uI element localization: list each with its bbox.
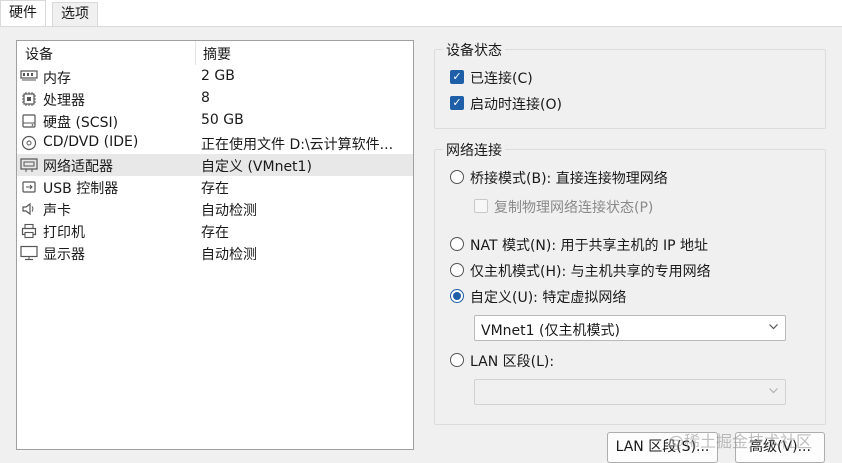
device-row-display[interactable]: 显示器 自动检测 xyxy=(17,242,413,264)
device-name: 处理器 xyxy=(43,93,85,109)
radio-circle-icon xyxy=(450,353,464,367)
device-row-network-adapter[interactable]: 网络适配器 自定义 (VMnet1) xyxy=(17,154,413,176)
hard-disk-icon xyxy=(19,113,39,129)
device-row-sound-card[interactable]: 声卡 自动检测 xyxy=(17,198,413,220)
device-name: CD/DVD (IDE) xyxy=(43,134,139,150)
device-list: 设备 摘要 内存 2 GB 处理器 8 硬盘 (SCSI) 50 GB CD/D… xyxy=(16,40,414,450)
device-name: USB 控制器 xyxy=(43,181,119,197)
radio-selected-icon xyxy=(450,289,464,303)
device-summary: 存在 xyxy=(201,181,229,197)
radio-circle-icon xyxy=(450,170,464,184)
printer-icon xyxy=(19,223,39,239)
device-row-memory[interactable]: 内存 2 GB xyxy=(17,66,413,88)
device-row-processor[interactable]: 处理器 8 xyxy=(17,88,413,110)
usb-icon xyxy=(19,179,39,195)
tab-options[interactable]: 选项 xyxy=(52,2,98,27)
radio-circle-icon xyxy=(450,263,464,277)
column-header-device[interactable]: 设备 xyxy=(25,44,53,64)
processor-icon xyxy=(19,91,39,107)
device-row-printer[interactable]: 打印机 存在 xyxy=(17,220,413,242)
device-name: 显示器 xyxy=(43,247,85,263)
device-status-group: 设备状态 xyxy=(434,40,826,129)
device-row-hard-disk[interactable]: 硬盘 (SCSI) 50 GB xyxy=(17,110,413,132)
device-summary: 正在使用文件 D:\云计算软件... xyxy=(201,137,394,153)
replicate-physical-state-label: 复制物理网络连接状态(P) xyxy=(494,200,654,216)
device-summary: 自定义 (VMnet1) xyxy=(201,159,312,175)
device-summary: 存在 xyxy=(201,225,229,241)
device-summary: 自动检测 xyxy=(201,203,257,219)
nat-label: NAT 模式(N): 用于共享主机的 IP 地址 xyxy=(470,238,708,254)
device-name: 声卡 xyxy=(43,203,71,219)
custom-label: 自定义(U): 特定虚拟网络 xyxy=(470,290,627,306)
radio-circle-icon xyxy=(450,237,464,251)
tab-hardware[interactable]: 硬件 xyxy=(0,0,46,27)
column-header-summary[interactable]: 摘要 xyxy=(203,44,231,64)
host-only-label: 仅主机模式(H): 与主机共享的专用网络 xyxy=(470,264,711,280)
connect-at-power-on-label: 启动时连接(O) xyxy=(470,97,562,113)
device-status-title: 设备状态 xyxy=(443,40,505,60)
watermark: @稀土掘金技术社区 xyxy=(668,432,813,451)
device-summary: 2 GB xyxy=(201,68,235,84)
custom-network-value: VMnet1 (仅主机模式) xyxy=(481,323,620,339)
sound-icon xyxy=(19,201,39,217)
lan-segment-select[interactable] xyxy=(474,379,786,405)
checkmark-icon: ✓ xyxy=(450,96,464,110)
network-adapter-icon xyxy=(19,157,39,173)
memory-icon xyxy=(19,69,39,85)
device-row-cd-dvd[interactable]: CD/DVD (IDE) 正在使用文件 D:\云计算软件... xyxy=(17,132,413,154)
custom-network-select[interactable]: VMnet1 (仅主机模式) xyxy=(474,315,786,341)
chevron-down-icon xyxy=(768,321,779,335)
network-connection-title: 网络连接 xyxy=(443,140,505,160)
cd-dvd-icon xyxy=(19,135,39,151)
device-name: 硬盘 (SCSI) xyxy=(43,115,119,131)
checkbox-empty-icon xyxy=(474,199,488,213)
device-name: 内存 xyxy=(43,71,71,87)
device-name: 网络适配器 xyxy=(43,159,113,175)
bridged-label: 桥接模式(B): 直接连接物理网络 xyxy=(470,171,668,187)
device-name: 打印机 xyxy=(43,225,85,241)
chevron-down-icon xyxy=(768,385,779,399)
column-separator[interactable] xyxy=(195,41,196,65)
device-summary: 50 GB xyxy=(201,112,244,128)
connected-label: 已连接(C) xyxy=(470,71,533,87)
device-summary: 自动检测 xyxy=(201,247,257,263)
tab-bar: 硬件 选项 xyxy=(0,0,842,27)
display-icon xyxy=(19,245,39,261)
checkmark-icon: ✓ xyxy=(450,70,464,84)
device-summary: 8 xyxy=(201,90,210,106)
device-row-usb-controller[interactable]: USB 控制器 存在 xyxy=(17,176,413,198)
lan-segment-label: LAN 区段(L): xyxy=(470,354,555,370)
device-list-header: 设备 摘要 xyxy=(17,41,413,65)
